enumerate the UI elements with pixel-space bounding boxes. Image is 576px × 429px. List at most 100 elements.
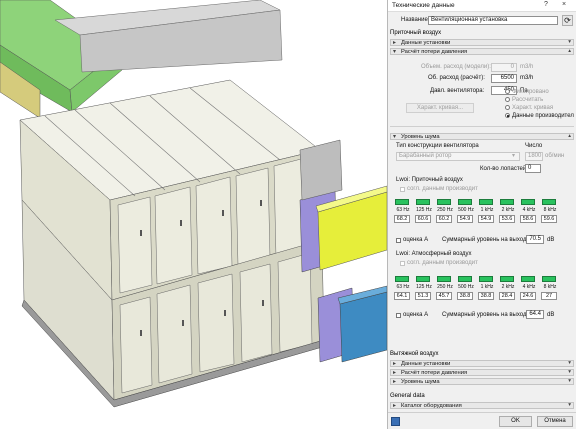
chevron-up-icon: ▴ [568,48,571,54]
band-frequency: 4 kHz [522,207,536,213]
radio-curve[interactable] [505,105,510,110]
exhaust-noise-bar[interactable]: ▸ Уровень шума ▾ [390,378,574,385]
band-bar [521,276,535,282]
band-bar [479,276,493,282]
fan-pressure-label: Давл. вентилятора: [430,88,485,94]
band-value-field[interactable]: 38.8 [478,292,494,300]
radio-calculate[interactable] [505,97,510,102]
spectrum-band: 8 kHz 59.6 [541,199,558,231]
band-bar [437,276,451,282]
cancel-button[interactable]: Отмена [537,416,573,427]
supply-manufacturer-label: согл. данным производит [407,186,478,192]
supply-noise-bar[interactable]: ▾ Уровень шума ▴ [390,133,574,140]
band-frequency: 2 kHz [501,207,515,213]
exhaust-unit-data-bar[interactable]: ▸ Данные установки ▾ [390,360,574,367]
rpm-label: Число [525,143,543,149]
band-frequency: 125 Hz [416,207,432,213]
rpm-unit: об/мин [545,153,565,159]
outdoor-total-unit: dB [547,312,555,318]
band-bar [500,276,514,282]
band-value-field[interactable]: 54.9 [478,215,494,223]
exhaust-pressure-bar[interactable]: ▸ Расчёт потери давления ▾ [390,369,574,376]
band-frequency: 2 kHz [501,284,515,290]
volume-flow-calc-field[interactable]: 6500 [491,74,517,83]
blades-field[interactable]: 0 [525,164,541,173]
band-value-field[interactable]: 24.6 [520,292,536,300]
band-value-field[interactable]: 53.6 [499,215,515,223]
exhaust-header: Вытяжной воздух [390,351,439,357]
supply-manufacturer-checkbox[interactable] [400,187,405,192]
outdoor-a-weight-label: оценка A [403,312,429,318]
lwa-supply-title: Lwoi: Приточный воздух [396,177,463,183]
outdoor-manufacturer-checkbox[interactable] [400,261,405,266]
model-viewport[interactable] [0,0,387,429]
supply-total-unit: dB [547,237,555,243]
spectrum-band: 63 Hz 68.2 [394,199,411,231]
spectrum-band: 500 Hz 54.9 [457,199,474,231]
expand-icon: ▸ [393,379,397,385]
band-value-field[interactable]: 54.9 [457,215,473,223]
refresh-icon[interactable]: ⟳ [562,15,573,26]
close-icon[interactable]: × [562,1,566,8]
panel-footer: OK Отмена [388,412,576,429]
spectrum-band: 125 Hz 51.3 [415,276,432,308]
band-frequency: 63 Hz [396,284,410,290]
spectrum-band: 1 kHz 38.8 [478,276,495,308]
band-frequency: 250 Hz [437,207,453,213]
spectrum-band: 125 Hz 60.6 [415,199,432,231]
fan-type-select[interactable]: Барабанный ротор [396,152,520,161]
supply-a-weight-checkbox[interactable] [396,238,401,243]
collapse-icon: ▾ [393,49,397,55]
radio-curve-label: Характ. кривая [512,105,554,111]
spectrum-band: 4 kHz 58.6 [520,199,537,231]
supply-pressure-bar[interactable]: ▾ Расчёт потери давления ▴ [390,48,574,55]
outdoor-manufacturer-label: согл. данным производит [407,260,478,266]
ok-button[interactable]: OK [499,416,532,427]
band-bar [437,199,451,205]
spectrum-band: 1 kHz 54.9 [478,199,495,231]
supply-unit-data-bar[interactable]: ▸ Данные установки ▾ [390,39,574,46]
band-value-field[interactable]: 38.8 [457,292,473,300]
collapse-icon: ▾ [393,134,397,140]
chevron-down-icon: ▾ [568,378,571,384]
radio-fixed[interactable] [505,89,510,94]
band-bar [542,199,556,205]
supply-a-weight-label: оценка A [403,237,429,243]
band-value-field[interactable]: 51.3 [415,292,431,300]
band-bar [479,199,493,205]
band-value-field[interactable]: 60.2 [436,215,452,223]
expand-icon: ▸ [393,361,397,367]
radio-manufacturer[interactable] [505,113,510,118]
band-value-field[interactable]: 68.2 [394,215,410,223]
band-value-field[interactable]: 45.7 [436,292,452,300]
band-value-field[interactable]: 27 [541,292,557,300]
chevron-down-icon: ▾ [568,402,571,408]
technical-data-panel: Технические данные ? × Название: Вентиля… [387,0,576,429]
band-frequency: 500 Hz [458,284,474,290]
curve-button[interactable]: Характ. кривая... [406,103,474,113]
band-frequency: 250 Hz [437,284,453,290]
outdoor-a-weight-checkbox[interactable] [396,313,401,318]
panel-title: Технические данные [392,2,455,9]
band-bar [521,199,535,205]
band-bar [416,276,430,282]
radio-fixed-label: Фиксировано [512,89,549,95]
divider [390,126,574,127]
name-field[interactable]: Вентиляционная установка [428,16,558,25]
spectrum-band: 2 kHz 28.4 [499,276,516,308]
band-value-field[interactable]: 28.4 [499,292,515,300]
outdoor-total-label: Суммарный уровень на выходе [442,312,530,318]
band-bar [395,199,409,205]
catalog-bar[interactable]: ▸ Каталог оборудования ▾ [390,402,574,409]
duct-blue [339,291,387,363]
band-bar [542,276,556,282]
band-frequency: 1 kHz [480,207,494,213]
band-value-field[interactable]: 59.6 [541,215,557,223]
spectrum-band: 63 Hz 64.1 [394,276,411,308]
blades-label: Кол-во лопастей: [480,166,528,172]
band-value-field[interactable]: 64.1 [394,292,410,300]
volume-flow-calc-unit: m3/h [520,75,534,81]
help-icon[interactable]: ? [544,1,548,8]
band-value-field[interactable]: 58.6 [520,215,536,223]
band-value-field[interactable]: 60.6 [415,215,431,223]
